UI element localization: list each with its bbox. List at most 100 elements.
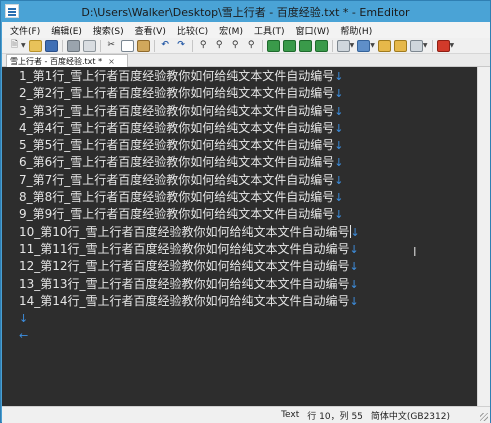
menu-view[interactable]: 查看(V) [135, 24, 166, 37]
stop-dropdown-icon[interactable]: ▼ [450, 42, 455, 49]
editor-line[interactable]: 3_第3行_雪上行者百度经验教你如何给纯文本文件自动编号↓ [19, 103, 360, 120]
title-bar[interactable]: D:\Users\Walker\Desktop\雪上行者 - 百度经验.txt … [1, 1, 490, 22]
open-folder-icon[interactable] [28, 39, 42, 52]
copy-icon[interactable] [120, 39, 134, 52]
menu-file[interactable]: 文件(F) [10, 24, 40, 37]
menu-help[interactable]: 帮助(H) [340, 24, 372, 37]
line-text: 13_第13行_雪上行者百度经验教你如何给纯文本文件自动编号 [19, 276, 350, 291]
status-encoding[interactable]: 简体中文(GB2312) [371, 409, 450, 422]
replace-icon[interactable]: ⚲ [245, 40, 258, 52]
window-title: D:\Users\Walker\Desktop\雪上行者 - 百度经验.txt … [81, 6, 410, 19]
menu-window[interactable]: 窗口(W) [296, 24, 330, 37]
editor-line[interactable]: 10_第10行_雪上行者百度经验教你如何给纯文本文件自动编号↓ [19, 224, 360, 241]
editor-line[interactable]: 6_第6行_雪上行者百度经验教你如何给纯文本文件自动编号↓ [19, 154, 360, 171]
toolbar: 🗎 ▼ ✂ ↶ ↷ ⚲ ⚲ ⚲ ⚲ ▼ ▼ ▼ ▼ [2, 38, 490, 54]
paste-icon[interactable] [136, 39, 150, 52]
eol-mark-icon: ↓ [334, 87, 344, 101]
eol-mark-icon: ↓ [334, 156, 344, 170]
eol-mark-icon: ↓ [334, 70, 344, 83]
editor-line[interactable]: 2_第2行_雪上行者百度经验教你如何给纯文本文件自动编号↓ [19, 85, 360, 102]
macro-icon[interactable] [357, 39, 371, 52]
editor-line[interactable]: 9_第9行_雪上行者百度经验教你如何给纯文本文件自动编号↓ [19, 206, 360, 223]
line-text: 9_第9行_雪上行者百度经验教你如何给纯文本文件自动编号 [19, 207, 335, 222]
editor-line[interactable]: 13_第13行_雪上行者百度经验教你如何给纯文本文件自动编号↓ [19, 276, 360, 293]
eol-mark-icon: ↓ [349, 242, 359, 256]
menu-search[interactable]: 搜索(S) [93, 24, 124, 37]
editor-line[interactable]: ↓ [19, 310, 360, 327]
line-text: 8_第8行_雪上行者百度经验教你如何给纯文本文件自动编号 [19, 190, 335, 205]
tools-icon[interactable] [377, 39, 391, 52]
status-position: 行 10，列 55 [307, 411, 363, 422]
tab-label: 雪上行者 - 百度经验.txt * [10, 56, 103, 66]
view-icon[interactable] [282, 39, 296, 52]
line-text: 4_第4行_雪上行者百度经验教你如何给纯文本文件自动编号 [19, 120, 335, 135]
line-text: 2_第2行_雪上行者百度经验教你如何给纯文本文件自动编号 [19, 86, 335, 101]
clipboard-dropdown-icon[interactable]: ▼ [350, 42, 355, 49]
line-text: 12_第12行_雪上行者百度经验教你如何给纯文本文件自动编号 [19, 259, 350, 274]
eol-mark-icon: ↓ [334, 121, 344, 135]
editor-line[interactable]: 4_第4行_雪上行者百度经验教你如何给纯文本文件自动编号↓ [19, 120, 360, 137]
app-window: D:\Users\Walker\Desktop\雪上行者 - 百度经验.txt … [0, 0, 491, 423]
eol-mark-icon: ↓ [19, 312, 29, 326]
eol-mark-icon: ↓ [350, 225, 360, 239]
line-text: 3_第3行_雪上行者百度经验教你如何给纯文本文件自动编号 [19, 103, 335, 118]
editor-line[interactable]: 1_第1行_雪上行者百度经验教你如何给纯文本文件自动编号↓ [19, 68, 360, 85]
editor-line[interactable]: 14_第14行_雪上行者百度经验教你如何给纯文本文件自动编号↓ [19, 293, 360, 310]
editor-line[interactable]: 7_第7行_雪上行者百度经验教你如何给纯文本文件自动编号↓ [19, 172, 360, 189]
close-icon[interactable]: × [108, 57, 115, 66]
find-icon[interactable]: ⚲ [197, 40, 210, 52]
eof-mark-icon: ← [19, 329, 29, 343]
menu-macros[interactable]: 宏(M) [219, 24, 243, 37]
toolbar-separator [99, 39, 101, 52]
status-mode[interactable]: Text [281, 410, 299, 420]
eol-mark-icon: ↓ [334, 191, 344, 205]
editor-line[interactable]: 11_第11行_雪上行者百度经验教你如何给纯文本文件自动编号↓ [19, 241, 360, 258]
wrap-icon[interactable] [266, 39, 280, 52]
line-text: 11_第11行_雪上行者百度经验教你如何给纯文本文件自动编号 [19, 241, 350, 256]
toolbar-separator [331, 39, 333, 52]
text-editor[interactable]: 1_第1行_雪上行者百度经验教你如何给纯文本文件自动编号↓ 2_第2行_雪上行者百… [2, 67, 477, 406]
macro-dropdown-icon[interactable]: ▼ [370, 42, 375, 49]
eol-mark-icon: ↓ [334, 173, 344, 187]
editor-line[interactable]: 8_第8行_雪上行者百度经验教你如何给纯文本文件自动编号↓ [19, 189, 360, 206]
vertical-scrollbar[interactable] [477, 67, 490, 406]
properties-icon[interactable] [409, 39, 423, 52]
tab-bar: 雪上行者 - 百度经验.txt * × [2, 54, 490, 67]
find-prev-icon[interactable]: ⚲ [229, 40, 242, 52]
toolbar-separator [431, 39, 433, 52]
cut-icon[interactable]: ✂ [105, 40, 118, 52]
properties-dropdown-icon[interactable]: ▼ [423, 42, 428, 49]
resize-grip-icon[interactable] [480, 413, 488, 421]
menu-tools[interactable]: 工具(T) [254, 24, 285, 37]
tab-document[interactable]: 雪上行者 - 百度经验.txt * × [6, 54, 128, 67]
eol-mark-icon: ↓ [334, 208, 344, 222]
toolbar-separator [191, 39, 193, 52]
menu-compare[interactable]: 比较(C) [177, 24, 208, 37]
new-file-dropdown-icon[interactable]: ▼ [21, 42, 26, 49]
undo-icon[interactable]: ↶ [159, 40, 172, 52]
menu-edit[interactable]: 编辑(E) [51, 24, 82, 37]
eol-mark-icon: ↓ [349, 294, 359, 308]
menu-bar: 文件(F) 编辑(E) 搜索(S) 查看(V) 比较(C) 宏(M) 工具(T)… [2, 22, 490, 38]
new-file-icon[interactable]: 🗎 [8, 40, 21, 52]
eol-mark-icon: ↓ [349, 277, 359, 291]
editor-line[interactable]: ← [19, 327, 360, 344]
outline-icon[interactable] [298, 39, 312, 52]
customize-icon[interactable] [393, 39, 407, 52]
print-icon[interactable] [66, 39, 80, 52]
stop-icon[interactable] [436, 39, 450, 52]
find-next-icon[interactable]: ⚲ [213, 40, 226, 52]
toolbar-separator [61, 39, 63, 52]
redo-icon[interactable]: ↷ [175, 40, 188, 52]
line-text: 10_第10行_雪上行者百度经验教你如何给纯文本文件自动编号 [19, 224, 350, 239]
grid-icon[interactable] [314, 39, 328, 52]
clipboard-icon[interactable] [336, 39, 350, 52]
mouse-ibeam-icon: I [413, 245, 417, 259]
editor-line[interactable]: 12_第12行_雪上行者百度经验教你如何给纯文本文件自动编号↓ [19, 258, 360, 275]
toolbar-separator [261, 39, 263, 52]
eol-mark-icon: ↓ [334, 139, 344, 153]
print-preview-icon[interactable] [82, 39, 96, 52]
save-icon[interactable] [44, 39, 58, 52]
editor-line[interactable]: 5_第5行_雪上行者百度经验教你如何给纯文本文件自动编号↓ [19, 137, 360, 154]
editor-lines: 1_第1行_雪上行者百度经验教你如何给纯文本文件自动编号↓ 2_第2行_雪上行者百… [19, 68, 360, 345]
